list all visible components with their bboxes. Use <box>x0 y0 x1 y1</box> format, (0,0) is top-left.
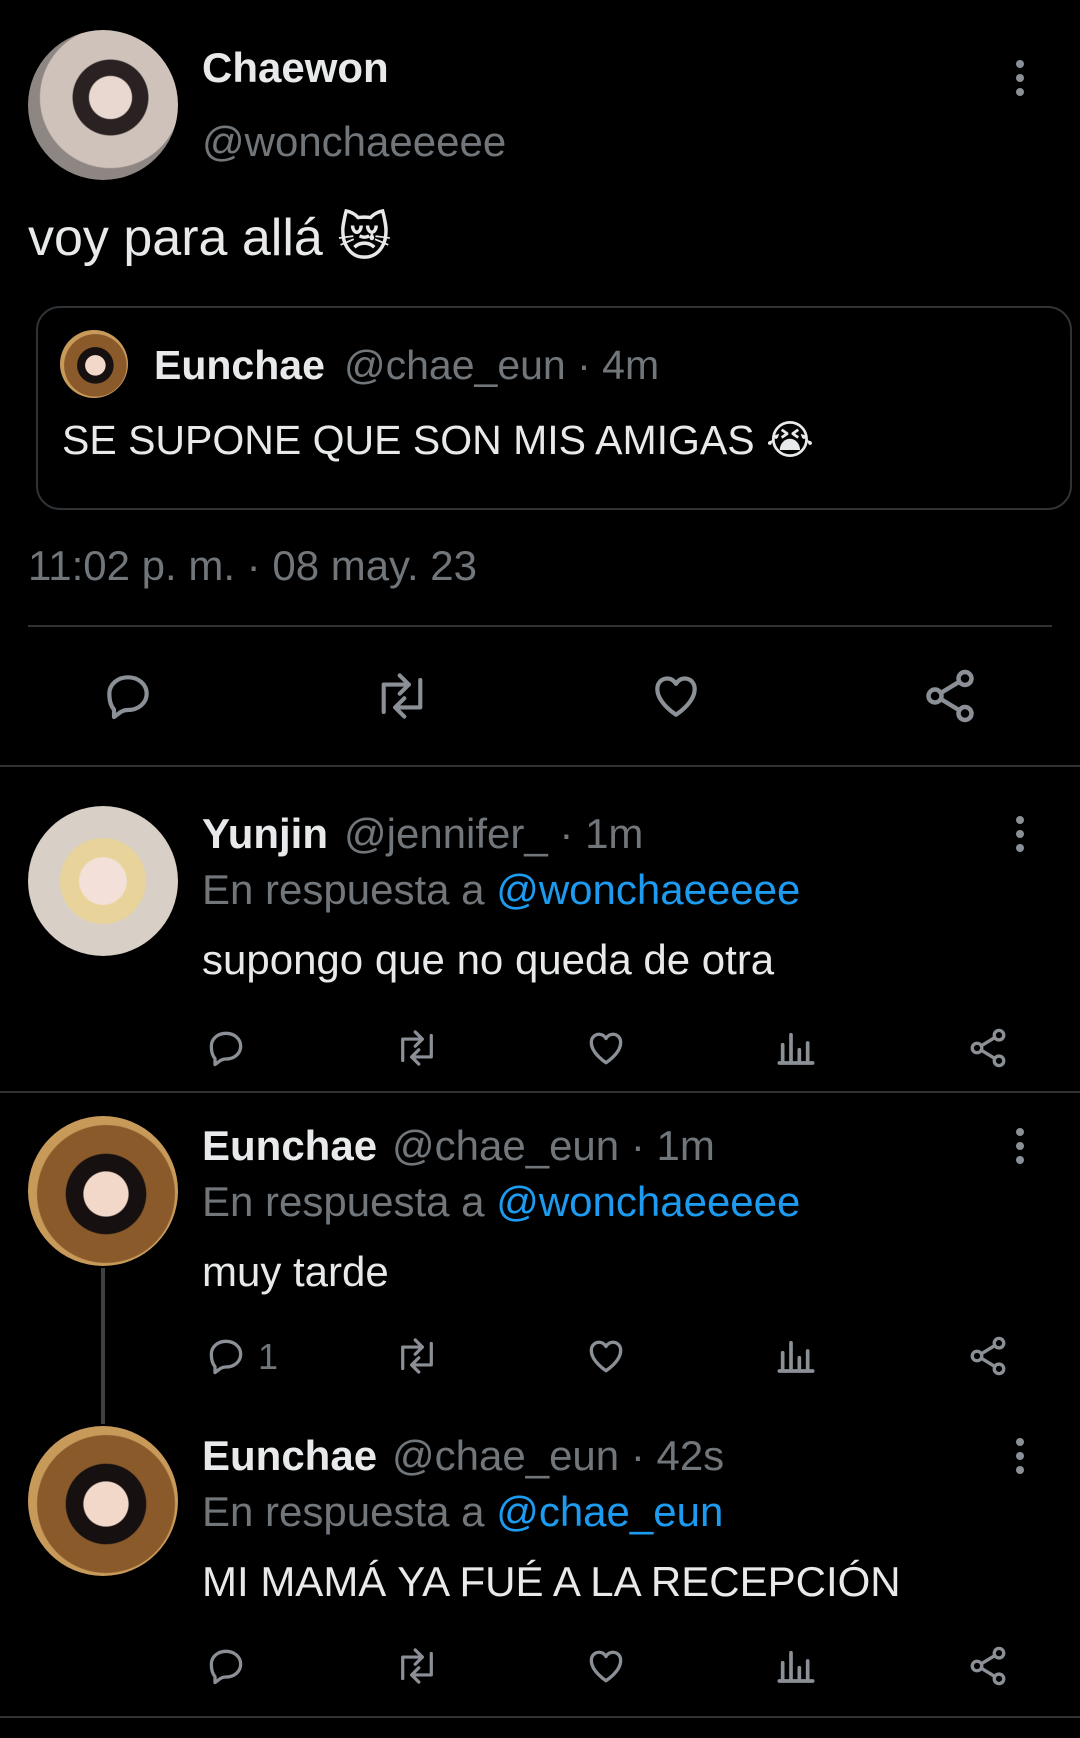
reply-author-name[interactable]: Eunchae <box>202 1122 377 1170</box>
more-options-icon[interactable] <box>1008 1434 1032 1478</box>
quoted-tweet[interactable]: Eunchae @chae_eun · 4m SE SUPONE QUE SON… <box>36 306 1072 510</box>
author-name[interactable]: Chaewon <box>202 44 389 92</box>
reply-prefix: En respuesta a <box>202 1178 485 1225</box>
divider <box>0 765 1080 767</box>
reply-icon[interactable] <box>100 668 156 724</box>
reply-meta: @chae_eun · 1m <box>392 1122 715 1169</box>
avatar[interactable] <box>28 1116 178 1266</box>
retweet-icon[interactable] <box>392 1026 442 1070</box>
more-options-icon[interactable] <box>1008 56 1032 100</box>
reply-context: En respuesta a @wonchaeeeee <box>202 866 800 914</box>
more-options-icon[interactable] <box>1008 1124 1032 1168</box>
like-icon[interactable] <box>584 1334 628 1378</box>
reply-prefix: En respuesta a <box>202 866 485 913</box>
reply-meta: @jennifer_ · 1m <box>344 810 644 857</box>
reply-icon[interactable] <box>204 1334 248 1378</box>
more-options-icon[interactable] <box>1008 812 1032 856</box>
quoted-text: SE SUPONE QUE SON MIS AMIGAS 😭 <box>62 417 814 463</box>
reply-context: En respuesta a @chae_eun <box>202 1488 723 1536</box>
views-icon[interactable] <box>776 1026 816 1070</box>
reply-text: supongo que no queda de otra <box>202 936 775 983</box>
share-icon[interactable] <box>966 1026 1010 1070</box>
divider <box>28 625 1052 627</box>
reply-icon[interactable] <box>204 1644 248 1688</box>
like-icon[interactable] <box>584 1026 628 1070</box>
reply-author-name[interactable]: Eunchae <box>202 1432 377 1480</box>
reply-count: 1 <box>258 1336 279 1377</box>
avatar <box>60 330 128 398</box>
retweet-icon[interactable] <box>392 1644 442 1688</box>
mention-link[interactable]: @wonchaeeeee <box>496 1178 800 1225</box>
reply-text: MI MAMÁ YA FUÉ A LA RECEPCIÓN <box>202 1558 901 1605</box>
quoted-meta: @chae_eun · 4m <box>344 342 660 388</box>
author-handle[interactable]: @wonchaeeeee <box>202 118 506 166</box>
avatar[interactable] <box>28 806 178 956</box>
tweet-text: voy para allá 😿 <box>28 209 392 267</box>
mention-link[interactable]: @wonchaeeeee <box>496 866 800 913</box>
thread-connector <box>101 1268 105 1424</box>
avatar[interactable] <box>28 1426 178 1576</box>
like-icon[interactable] <box>584 1644 628 1688</box>
mention-link[interactable]: @chae_eun <box>496 1488 723 1535</box>
tweet-detail-page: Chaewon @wonchaeeeee voy para allá 😿 Eun… <box>0 0 1080 1738</box>
divider <box>0 1716 1080 1718</box>
retweet-icon[interactable] <box>392 1334 442 1378</box>
views-icon[interactable] <box>776 1644 816 1688</box>
divider <box>0 1091 1080 1093</box>
reply-icon[interactable] <box>204 1026 248 1070</box>
reply-author-name[interactable]: Yunjin <box>202 810 328 858</box>
views-icon[interactable] <box>776 1334 816 1378</box>
retweet-icon[interactable] <box>370 668 434 724</box>
like-icon[interactable] <box>648 668 704 724</box>
tweet-timestamp: 11:02 p. m. · 08 may. 23 <box>28 542 477 589</box>
reply-prefix: En respuesta a <box>202 1488 485 1535</box>
share-icon[interactable] <box>966 1334 1010 1378</box>
share-icon[interactable] <box>966 1644 1010 1688</box>
reply-text: muy tarde <box>202 1248 389 1295</box>
share-icon[interactable] <box>920 666 980 726</box>
reply-meta: @chae_eun · 42s <box>392 1432 725 1479</box>
quoted-author-name: Eunchae <box>154 342 325 388</box>
avatar[interactable] <box>28 30 178 180</box>
reply-context: En respuesta a @wonchaeeeee <box>202 1178 800 1226</box>
